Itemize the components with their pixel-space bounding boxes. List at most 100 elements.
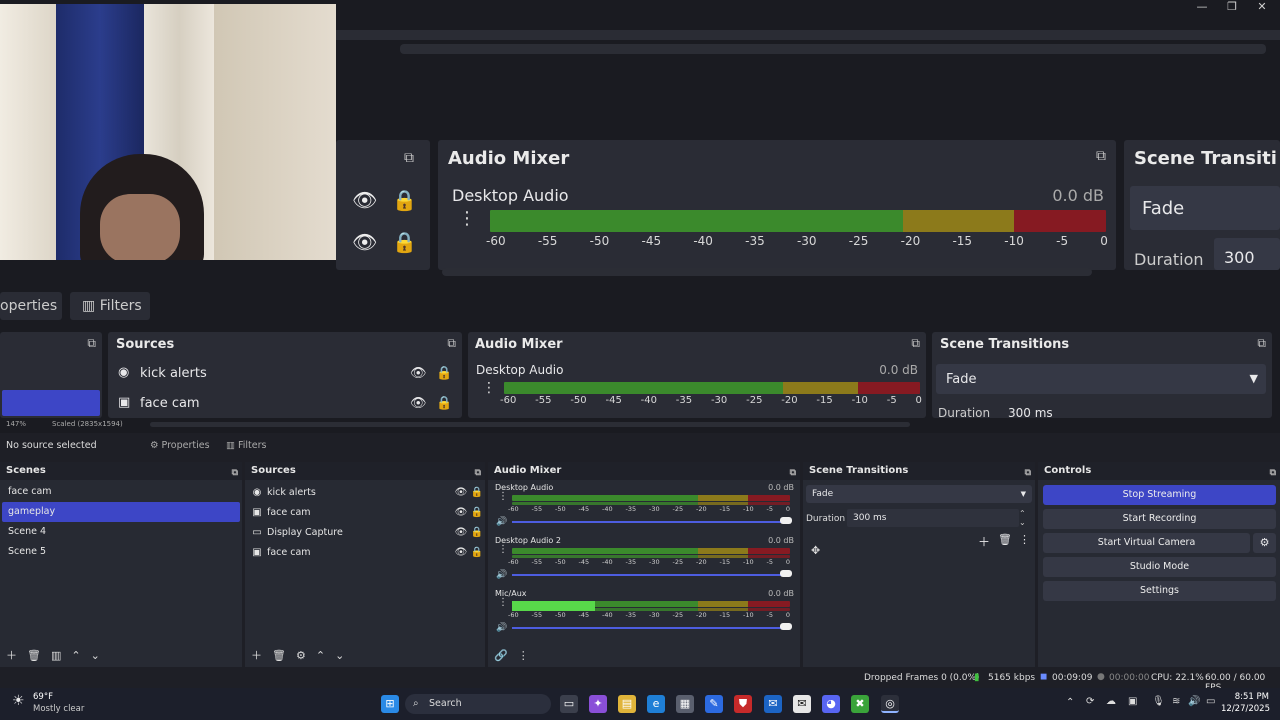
add-icon[interactable]: ＋ [6,647,17,663]
eye-icon[interactable]: 👁 [453,487,469,498]
dots-menu-icon[interactable]: ⋮ [498,598,508,608]
mail-icon[interactable]: ✉ [793,695,811,713]
dots-menu-icon[interactable]: ⋮ [498,545,508,555]
discord-icon[interactable]: ◕ [822,695,840,713]
lock-icon[interactable]: 🔒 [469,547,485,558]
tick-label: -20 [900,234,921,248]
chevron-down-icon[interactable]: ⌄ [335,649,344,662]
store-icon[interactable]: ▦ [676,695,694,713]
weather-icon[interactable]: ☀ [12,693,25,709]
volume-slider-knob[interactable] [780,623,792,630]
clock-time[interactable]: 8:51 PM [1227,692,1269,702]
nested-meter-2 [504,382,920,394]
clock-date[interactable]: 12/27/2025 [1221,704,1270,714]
scene-item[interactable]: Scene 4 [2,522,240,542]
start-virtual-camera-button[interactable]: Start Virtual Camera [1043,533,1250,553]
gear-icon[interactable]: ⚙ [296,649,306,662]
outlook-icon[interactable]: ✉ [764,695,782,713]
shield-icon[interactable]: ⛊ [734,695,752,713]
close-button[interactable]: ✕ [1248,0,1276,14]
scene-item-selected[interactable]: gameplay [2,502,240,522]
taskbar-search[interactable]: ⌕ Search [405,694,551,714]
scene-item[interactable]: face cam [2,482,240,502]
volume-icon[interactable]: 🔊 [1188,696,1200,707]
settings-button[interactable]: Settings [1043,581,1276,601]
volume-slider-knob[interactable] [780,570,792,577]
add-icon[interactable]: ＋ [251,647,262,663]
task-view-icon[interactable]: ▭ [560,695,578,713]
popout-icon[interactable]: ⧉ [1270,464,1276,482]
dots-menu-icon[interactable]: ⋮ [498,492,508,502]
volume-icon[interactable]: 🔊 [496,623,507,633]
eye-icon[interactable]: 👁 [453,527,469,538]
preview-canvas[interactable]: ⧉ 👁 🔒 👁 🔒 Audio Mixer ⧉ Desktop Audio 0.… [0,0,1280,418]
source-row[interactable]: ◉ kick alerts 👁 🔒 [245,482,485,502]
chevron-down-icon[interactable]: ⌄ [91,649,100,662]
transition-select[interactable]: Fade ▼ [806,485,1032,503]
volume-slider[interactable] [512,521,782,523]
source-row[interactable]: ▭ Display Capture 👁 🔒 [245,522,485,542]
edge-icon[interactable]: e [647,695,665,713]
volume-slider[interactable] [512,627,782,629]
chevron-up-icon[interactable]: ⌃ [1066,697,1074,708]
lock-icon[interactable]: 🔒 [469,507,485,518]
volume-slider-knob[interactable] [780,517,792,524]
lock-icon[interactable]: 🔒 [469,487,485,498]
tray-app-icon[interactable]: ▣ [1128,696,1137,707]
trash-icon[interactable]: 🗑 [27,649,41,662]
tick-label: -10 [743,611,754,619]
app-icon[interactable]: ✎ [705,695,723,713]
duration-spinbox[interactable]: 300 ms [847,509,1019,527]
source-row[interactable]: ▣ face cam 👁 🔒 [245,502,485,522]
volume-slider[interactable] [512,574,782,576]
virtual-camera-settings-button[interactable]: ⚙ [1253,533,1276,553]
nested-source-2: face cam [140,396,200,411]
dots-menu-icon[interactable]: ⋮ [518,649,529,662]
battery-icon[interactable]: ▭ [1206,696,1215,707]
tick-label: -30 [796,234,817,248]
add-icon[interactable]: ＋ [978,533,990,550]
restore-button[interactable]: ❐ [1218,0,1246,14]
preview-info-bar: 147% Scaled (2835x1594) [0,418,1280,433]
filters-button[interactable]: ▥ Filters [222,437,268,455]
volume-icon[interactable]: 🔊 [496,517,507,527]
source-row[interactable]: ▣ face cam 👁 🔒 [245,542,485,562]
studio-mode-button[interactable]: Studio Mode [1043,557,1276,577]
obs-icon[interactable]: ◎ [881,695,899,713]
weather-temp: 69°F [33,692,53,702]
link-icon[interactable]: 🔗 [494,649,508,662]
dropped-frames: Dropped Frames 0 (0.0%) [864,673,980,683]
wifi-icon[interactable]: ≋ [1172,696,1180,707]
start-recording-button[interactable]: Start Recording [1043,509,1276,529]
tray-app-icon[interactable]: ⟳ [1086,696,1094,707]
xbox-icon[interactable]: ✖ [851,695,869,713]
eye-icon[interactable]: 👁 [453,507,469,518]
cloud-icon[interactable]: ☁ [1106,696,1116,707]
filter-icon[interactable]: ▥ [51,649,61,662]
curtain-white-left [0,4,56,260]
popout-icon[interactable]: ⧉ [790,464,796,482]
mic-icon[interactable]: 🎙 [1152,696,1165,707]
chevron-up-icon[interactable]: ⌃ [316,649,325,662]
chevron-up-icon[interactable]: ⌃ [71,649,80,662]
popout-icon[interactable]: ⧉ [475,464,481,482]
dots-menu-icon[interactable]: ⋮ [1019,533,1030,546]
scene-item[interactable]: Scene 5 [2,542,240,562]
volume-icon[interactable]: 🔊 [496,570,507,580]
tick-label: -10 [743,505,754,513]
copilot-icon[interactable]: ✦ [589,695,607,713]
trash-icon[interactable]: 🗑 [998,533,1012,546]
preview-scrollbar[interactable] [150,422,910,427]
file-explorer-icon[interactable]: ▤ [618,695,636,713]
nested-mixer-title: Audio Mixer [448,148,570,169]
popout-icon[interactable]: ⧉ [232,464,238,482]
properties-button[interactable]: ⚙ Properties [146,437,210,455]
minimize-button[interactable]: — [1188,0,1216,14]
lock-icon[interactable]: 🔒 [469,527,485,538]
start-windows-icon[interactable]: ⊞ [381,695,399,713]
spin-arrows-icon[interactable]: ⌃ ⌄ [1019,509,1026,527]
eye-icon[interactable]: 👁 [453,547,469,558]
popout-icon[interactable]: ⧉ [1025,464,1031,482]
stop-streaming-button[interactable]: Stop Streaming [1043,485,1276,505]
trash-icon[interactable]: 🗑 [272,649,286,662]
